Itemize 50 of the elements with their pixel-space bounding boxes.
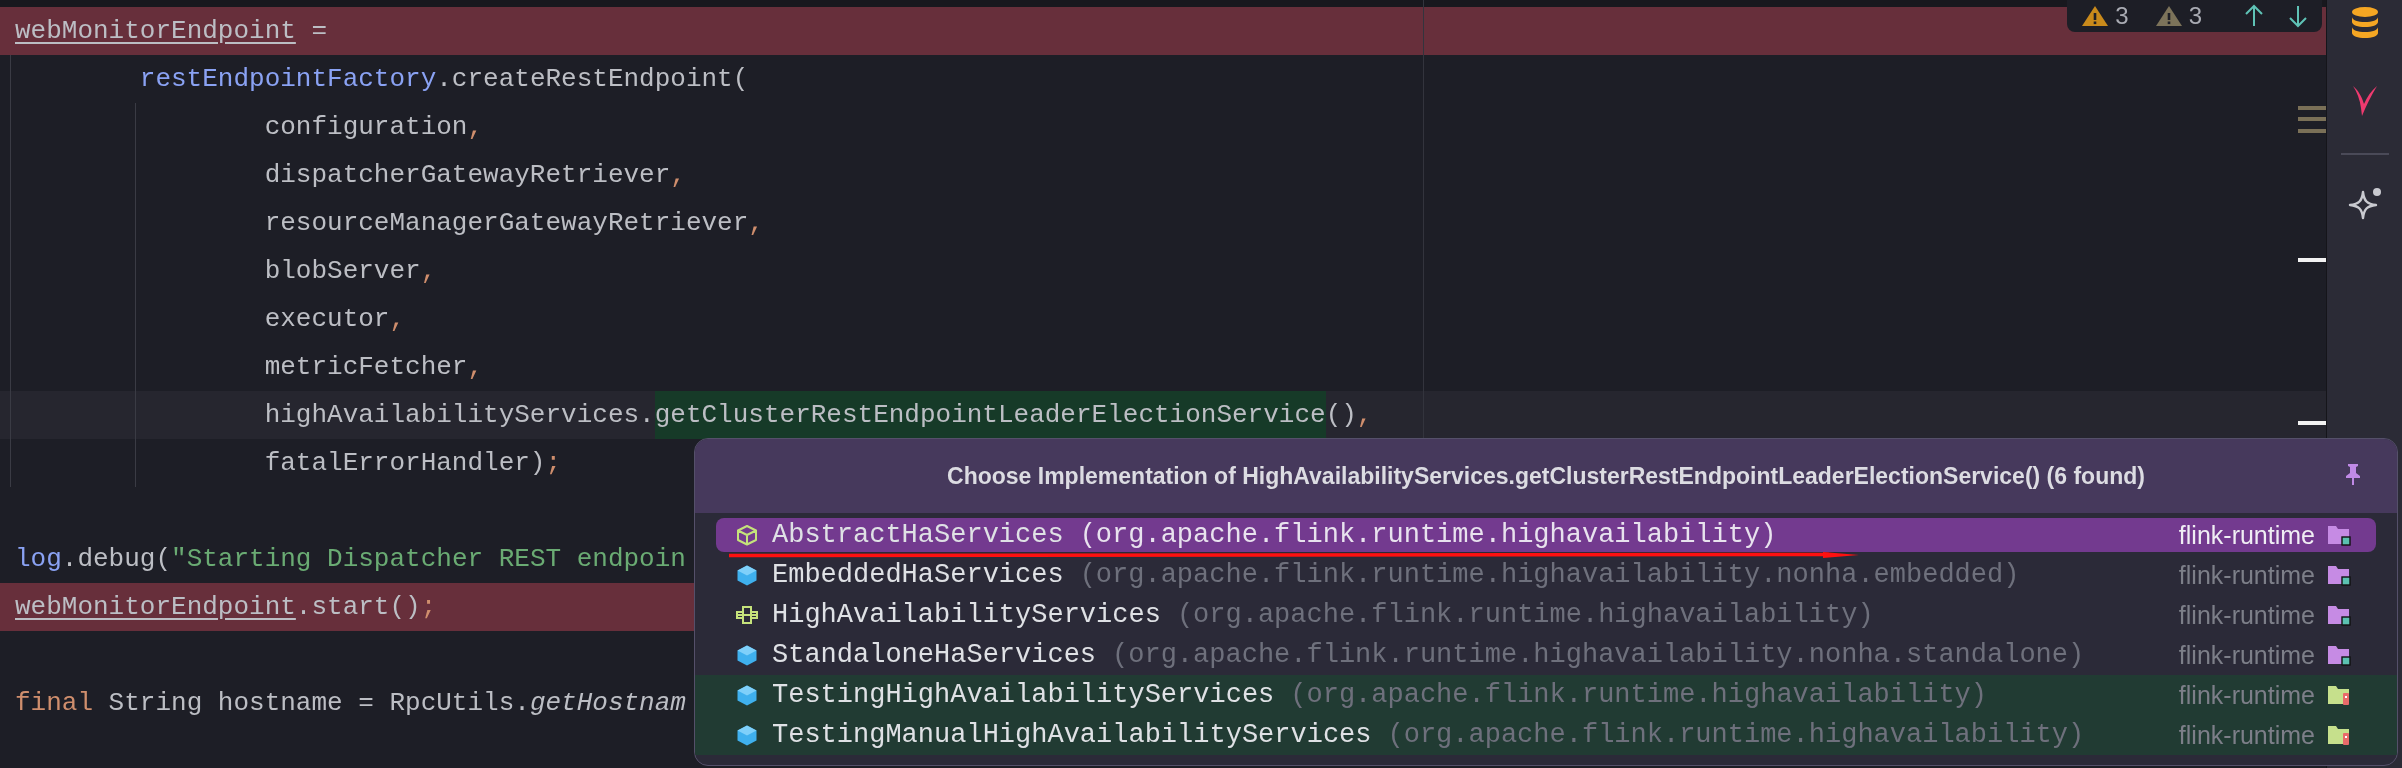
list-item[interactable]: EmbeddedHaServices (org.apache.flink.runtime.highavailability.nonha.embedded) flink-runtime: [716, 558, 2376, 592]
v-logo-icon[interactable]: [2351, 84, 2378, 118]
class-icon: [736, 563, 758, 587]
popup-title: Choose Implementation of HighAvailabilityServices.getClusterRestEndpointLeaderElectionService() (6 found): [947, 462, 2145, 490]
folder-icon: [2327, 563, 2351, 587]
folder-icon: [2327, 603, 2351, 627]
code-line: blobServer,: [264, 255, 437, 288]
pin-icon[interactable]: [2345, 463, 2361, 485]
code-line: final String hostname = RpcUtils.getHostnam: [15, 687, 686, 720]
code-line: restEndpointFactory.createRestEndpoint(: [139, 63, 749, 96]
error-stripe-mark: [2298, 258, 2326, 262]
module-label: flink-runtime: [2178, 640, 2315, 670]
code-line: log.debug("Starting Dispatcher REST endpoin: [15, 543, 686, 576]
list-item[interactable]: HighAvailabilityServices (org.apache.flink.runtime.highavailability) flink-runtime: [716, 598, 2376, 632]
error-stripe-mark: [2298, 117, 2326, 121]
folder-icon: [2327, 523, 2351, 547]
interface-icon: [736, 603, 758, 627]
class-icon: [736, 683, 758, 707]
module-label: flink-runtime: [2178, 560, 2315, 590]
warning-count: 3: [2115, 4, 2129, 28]
code-line: resourceManagerGatewayRetriever,: [264, 207, 764, 240]
code-line: webMonitorEndpoint.start();: [15, 591, 437, 624]
folder-icon: [2327, 723, 2351, 747]
error-stripe-mark: [2298, 129, 2326, 133]
list-item[interactable]: TestingManualHighAvailabilityServices (org.apache.flink.runtime.highavailability) flink-runtime: [716, 718, 2376, 752]
error-stripe-mark: [2298, 106, 2326, 110]
folder-icon: [2327, 643, 2351, 667]
warning-icon: [2081, 5, 2110, 27]
class-icon: [736, 523, 758, 547]
module-label: flink-runtime: [2178, 680, 2315, 710]
code-line: webMonitorEndpoint =: [15, 15, 328, 48]
class-icon: [736, 643, 758, 667]
module-label: flink-runtime: [2178, 720, 2315, 750]
error-stripe-mark: [2298, 421, 2326, 425]
down-arrow-icon: [2286, 4, 2310, 28]
code-line: metricFetcher,: [264, 351, 484, 384]
class-icon: [736, 723, 758, 747]
warning-count: 3: [2188, 4, 2202, 28]
module-label: flink-runtime: [2178, 520, 2315, 550]
warning-icon: [2154, 5, 2183, 27]
code-line: dispatcherGatewayRetriever,: [264, 159, 686, 192]
list-item[interactable]: TestingHighAvailabilityServices (org.apache.flink.runtime.highavailability) flink-runtime: [716, 678, 2376, 712]
module-label: flink-runtime: [2178, 600, 2315, 630]
folder-icon: [2327, 683, 2351, 707]
database-icon[interactable]: [2350, 7, 2379, 39]
code-line: executor,: [264, 303, 406, 336]
code-line: fatalErrorHandler);: [264, 447, 562, 480]
list-item[interactable]: AbstractHaServices (org.apache.flink.runtime.highavailability) flink-runtime: [716, 518, 2376, 552]
code-line: configuration,: [264, 111, 484, 144]
list-item[interactable]: StandaloneHaServices (org.apache.flink.runtime.highavailability.nonha.standalone) flink-runtime: [716, 638, 2376, 672]
